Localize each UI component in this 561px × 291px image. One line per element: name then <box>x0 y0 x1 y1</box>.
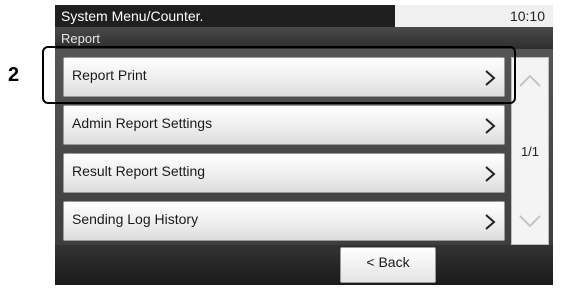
menu-item-result-report-setting[interactable]: Result Report Setting <box>63 153 505 193</box>
chevron-right-icon <box>485 214 496 230</box>
chevron-up-icon[interactable] <box>512 60 548 100</box>
menu-list: Report Print Admin Report Settings Resul… <box>55 49 553 245</box>
chevron-right-icon <box>485 118 496 134</box>
menu-item-admin-report-settings[interactable]: Admin Report Settings <box>63 105 505 145</box>
title-bar: System Menu/Counter. <box>55 5 395 27</box>
breadcrumb-bar: Report <box>55 27 553 49</box>
device-screen: System Menu/Counter. 10:10 Report Report… <box>55 5 553 285</box>
menu-item-label: Result Report Setting <box>72 163 206 179</box>
step-number: 2 <box>8 64 20 86</box>
chevron-down-icon[interactable] <box>512 202 548 242</box>
menu-item-label: Sending Log History <box>72 211 199 227</box>
breadcrumb: Report <box>61 31 101 46</box>
screen-title: System Menu/Counter. <box>61 8 204 24</box>
clock: 10:10 <box>509 8 545 24</box>
page: 2 System Menu/Counter. 10:10 Report Repo… <box>0 0 561 291</box>
menu-item-label: Admin Report Settings <box>72 115 213 131</box>
chevron-right-icon <box>485 70 496 86</box>
clock-area: 10:10 <box>395 5 553 27</box>
back-button[interactable]: < Back <box>340 247 436 283</box>
scrollbar: 1/1 <box>511 57 549 245</box>
bottom-bar: < Back <box>55 245 553 285</box>
chevron-right-icon <box>485 166 496 182</box>
menu-item-report-print[interactable]: Report Print <box>63 57 505 97</box>
menu-item-sending-log-history[interactable]: Sending Log History <box>63 201 505 241</box>
page-indicator: 1/1 <box>520 144 540 159</box>
menu-item-label: Report Print <box>72 67 147 83</box>
